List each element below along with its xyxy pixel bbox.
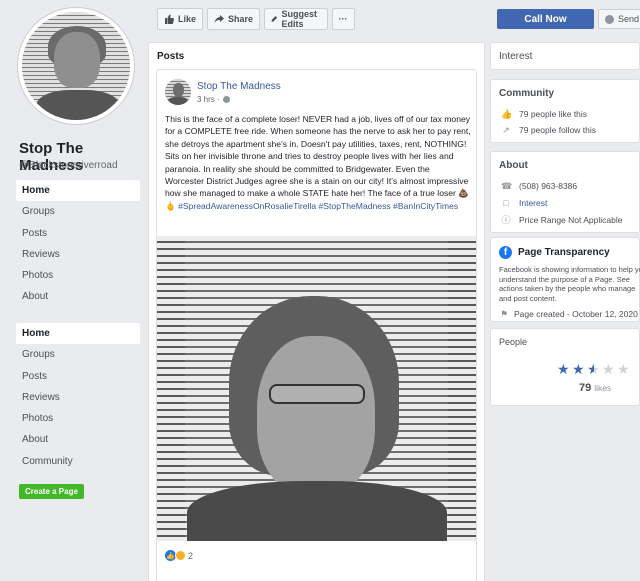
page-handle[interactable]: @Blackstoneriverroad: [19, 160, 118, 171]
info-icon: ⓘ: [501, 215, 511, 225]
people-likes: 79 likes: [579, 382, 611, 394]
transparency-title: Page Transparency: [518, 247, 610, 258]
thumbs-up-icon: [165, 14, 174, 24]
likes-count: 79: [579, 382, 592, 394]
community-title[interactable]: Community: [499, 88, 639, 99]
send-message-button[interactable]: Send: [598, 9, 640, 29]
transparency-header[interactable]: f Page Transparency: [499, 246, 639, 259]
profile-picture[interactable]: [18, 8, 134, 124]
post-author-avatar[interactable]: [165, 79, 191, 105]
nav-item-groups[interactable]: Groups: [16, 344, 140, 365]
page-action-bar: Like Share Suggest Edits ···: [157, 8, 355, 30]
rating-star-icon: ★: [572, 361, 585, 377]
about-price-range: Price Range Not Applicable: [519, 215, 623, 225]
suggest-edits-button[interactable]: Suggest Edits: [264, 8, 328, 30]
left-column: Stop The Madness @Blackstoneriverroad Ho…: [0, 0, 150, 581]
reactions-summary[interactable]: 👍 2: [165, 550, 193, 561]
community-likes: 79 people like this: [519, 109, 588, 119]
share-label: Share: [228, 14, 254, 24]
rating-star-icon: ★: [587, 361, 600, 377]
page-transparency-card: f Page Transparency Facebook is showing …: [490, 237, 640, 322]
thumbs-up-icon: 👍: [501, 109, 513, 119]
nav-item-about[interactable]: About: [16, 429, 140, 450]
community-follows-row: ↗ 79 people follow this: [491, 125, 639, 135]
page-nav-primary: Home Groups Posts Reviews Photos About: [16, 180, 140, 308]
facebook-logo-icon: f: [499, 246, 512, 259]
nav-item-photos[interactable]: Photos: [16, 408, 140, 429]
post-text: This is the face of a complete loser! NE…: [165, 114, 471, 211]
posts-section: Posts Stop The Madness 3 hrs · This is t…: [148, 42, 485, 581]
nav-item-home[interactable]: Home: [16, 323, 140, 345]
flag-icon: ⚑: [499, 309, 509, 319]
people-title[interactable]: People: [499, 337, 639, 347]
nav-item-posts[interactable]: Posts: [16, 366, 140, 387]
about-card: About ☎ (508) 963-8386 □ Interest ⓘ Pric…: [490, 151, 640, 233]
about-price-row: ⓘ Price Range Not Applicable: [491, 215, 639, 225]
send-label: Send: [618, 14, 640, 24]
about-title[interactable]: About: [499, 160, 639, 171]
create-page-button[interactable]: Create a Page: [19, 484, 84, 499]
post-hashtags[interactable]: #SpreadAwarenessOnRosalieTirella #StopTh…: [178, 201, 458, 211]
nav-item-groups[interactable]: Groups: [16, 201, 140, 222]
rating-star-icon: ★: [602, 361, 615, 377]
more-options-button[interactable]: ···: [331, 8, 355, 30]
post-meta: 3 hrs ·: [197, 95, 230, 104]
post-timestamp[interactable]: 3 hrs ·: [197, 95, 220, 104]
call-now-button[interactable]: Call Now: [497, 9, 594, 29]
reaction-count: 2: [188, 550, 194, 561]
community-likes-row: 👍 79 people like this: [491, 109, 639, 119]
page-nav-secondary: Home Groups Posts Reviews Photos About C…: [16, 323, 140, 472]
like-label: Like: [178, 14, 197, 24]
transparency-description: Facebook is showing information to help …: [499, 265, 640, 303]
like-button[interactable]: Like: [157, 8, 204, 30]
rating-star-icon: ★: [617, 361, 630, 377]
post-photo[interactable]: [157, 236, 476, 541]
about-category-row[interactable]: □ Interest: [491, 198, 639, 208]
nav-item-reviews[interactable]: Reviews: [16, 387, 140, 408]
nav-item-photos[interactable]: Photos: [16, 265, 140, 286]
about-phone: (508) 963-8386: [519, 181, 578, 191]
interest-card: Interest: [490, 42, 640, 70]
likes-label: likes: [594, 383, 612, 393]
haha-reaction-icon: [175, 550, 186, 561]
rating-star-icon: ★: [557, 361, 570, 377]
nav-item-posts[interactable]: Posts: [16, 223, 140, 244]
nav-item-community[interactable]: Community: [16, 451, 140, 472]
nav-item-home[interactable]: Home: [16, 180, 140, 202]
about-category[interactable]: Interest: [519, 198, 547, 208]
post-body: This is the face of a complete loser! NE…: [165, 113, 471, 212]
page-created-row: ⚑ Page created - October 12, 2020: [491, 309, 639, 319]
share-button[interactable]: Share: [207, 8, 261, 30]
more-icon: ···: [338, 14, 348, 24]
community-card: Community 👍 79 people like this ↗ 79 peo…: [490, 79, 640, 143]
post-card: Stop The Madness 3 hrs · This is the fac…: [156, 69, 477, 581]
phone-icon: ☎: [501, 181, 513, 191]
pencil-icon: [271, 16, 278, 22]
interest-title[interactable]: Interest: [499, 51, 639, 62]
share-arrow-icon: [214, 15, 225, 23]
messenger-icon: [605, 14, 614, 24]
suggest-edits-label: Suggest Edits: [281, 9, 318, 29]
people-card: People ★ ★ ★ ★ ★ 79 likes: [490, 328, 640, 406]
posts-heading: Posts: [157, 51, 185, 62]
globe-icon: [222, 96, 230, 103]
post-author-name[interactable]: Stop The Madness: [197, 81, 281, 92]
nav-item-about[interactable]: About: [16, 286, 140, 307]
page-icon: □: [503, 198, 509, 208]
nav-item-reviews[interactable]: Reviews: [16, 244, 140, 265]
follow-icon: ↗: [502, 125, 510, 135]
community-follows: 79 people follow this: [519, 125, 597, 135]
about-phone-row[interactable]: ☎ (508) 963-8386: [491, 181, 639, 191]
rating-stars: ★ ★ ★ ★ ★: [557, 362, 631, 376]
page-created: Page created - October 12, 2020: [514, 309, 638, 319]
